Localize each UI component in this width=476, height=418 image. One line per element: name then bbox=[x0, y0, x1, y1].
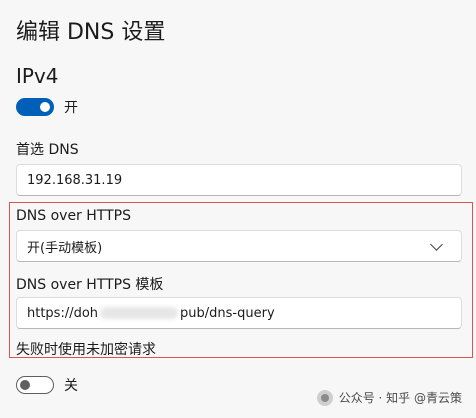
doh-template-input[interactable]: https://doh pub/dns-query bbox=[16, 297, 462, 329]
doh-selected-value: 开(手动模板) bbox=[27, 240, 103, 256]
wechat-icon bbox=[316, 389, 333, 406]
dialog-title: 编辑 DNS 设置 bbox=[16, 20, 166, 45]
fallback-toggle-state: 关 bbox=[64, 378, 78, 394]
preferred-dns-value: 192.168.31.19 bbox=[27, 172, 123, 188]
ipv4-section-title: IPv4 bbox=[16, 64, 59, 88]
preferred-dns-input[interactable]: 192.168.31.19 bbox=[16, 164, 462, 196]
toggle-knob bbox=[40, 102, 50, 112]
doh-template-label: DNS over HTTPS 模板 bbox=[16, 277, 164, 293]
fallback-label: 失败时使用未加密请求 bbox=[16, 342, 156, 358]
ipv4-toggle-state: 开 bbox=[64, 100, 78, 116]
doh-select[interactable]: 开(手动模板) bbox=[16, 230, 462, 262]
redacted-blur bbox=[100, 307, 179, 319]
ipv4-toggle[interactable] bbox=[16, 98, 54, 116]
toggle-knob bbox=[20, 380, 30, 390]
ipv4-toggle-row[interactable]: 开 bbox=[16, 97, 78, 117]
watermark: 公众号 · 知乎 @青云策 bbox=[316, 389, 462, 406]
preferred-dns-label: 首选 DNS bbox=[16, 142, 79, 158]
fallback-toggle-row[interactable]: 关 bbox=[16, 375, 78, 395]
watermark-text: 公众号 · 知乎 @青云策 bbox=[338, 391, 462, 405]
doh-template-suffix: pub/dns-query bbox=[180, 305, 275, 321]
doh-template-prefix: https://doh bbox=[27, 305, 99, 321]
chevron-down-icon bbox=[430, 237, 443, 251]
fallback-toggle[interactable] bbox=[16, 376, 54, 394]
doh-label: DNS over HTTPS bbox=[16, 208, 131, 224]
